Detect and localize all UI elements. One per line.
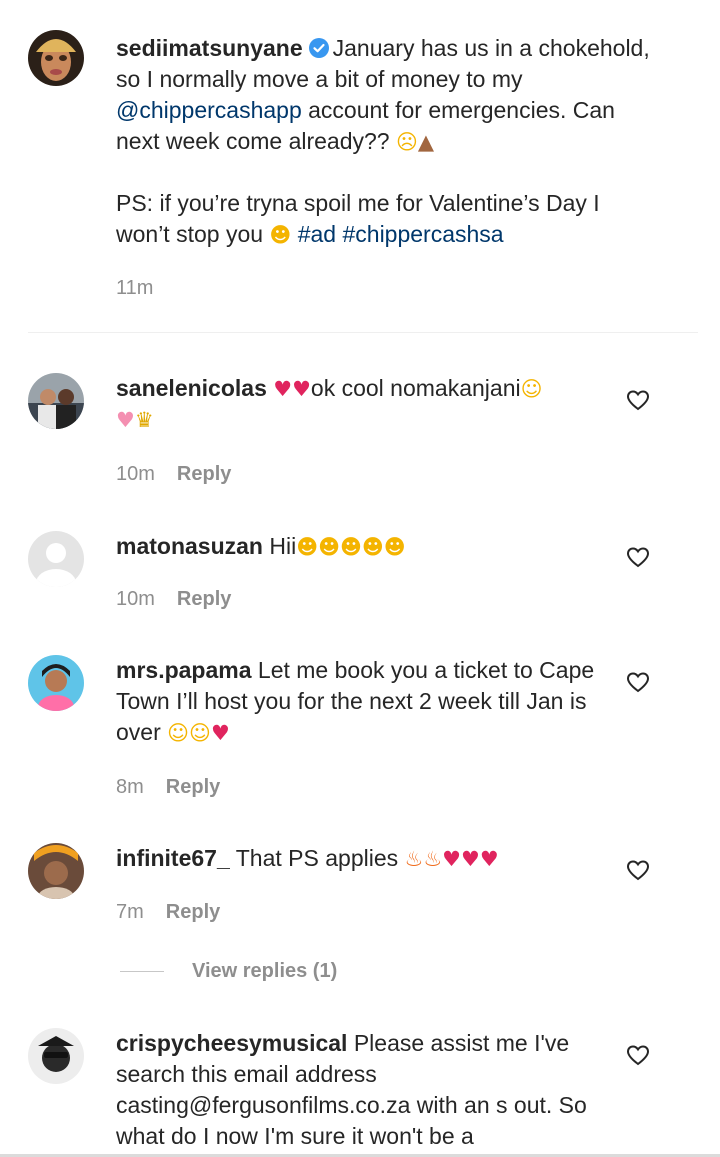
heart-outline-icon[interactable] [626, 389, 650, 411]
comment-timestamp: 7m [116, 901, 144, 923]
view-replies-label[interactable]: View replies (1) [192, 960, 337, 982]
comment-avatar[interactable] [28, 843, 84, 899]
comment-body: That PS applies [235, 845, 399, 871]
reply-button[interactable]: Reply [166, 901, 220, 923]
red-heart-icon: ♥♥ [273, 377, 311, 401]
comment-username[interactable]: infinite67_ [116, 845, 230, 871]
comment-text: mrs.papama Let me book you a ticket to C… [116, 655, 606, 748]
heart-eyes-face-icon: ☻☻☻☻☻ [296, 535, 406, 559]
caption-text: sediimatsunyane January has us in a choke… [116, 33, 656, 250]
caption-time: 11m [116, 277, 153, 300]
reply-button[interactable]: Reply [177, 463, 231, 485]
comment-avatar[interactable] [28, 531, 84, 587]
comment-text: matonasuzan Hii☻☻☻☻☻ [116, 531, 596, 562]
comment-avatar[interactable] [28, 373, 84, 429]
heart-with-ribbon-icon: ♥ [116, 408, 135, 432]
crown-icon: ♛ [134, 408, 154, 432]
comment-text: crispycheesymusical Please assist me I'v… [116, 1028, 596, 1152]
comment-username[interactable]: sanelenicolas [116, 375, 267, 401]
comment-avatar[interactable] [28, 655, 84, 711]
comment-username[interactable]: crispycheesymusical [116, 1030, 347, 1056]
comment-timestamp: 10m [116, 463, 155, 485]
folded-hands-icon: ▲ [417, 130, 435, 154]
view-replies-line [120, 971, 164, 973]
comment-text: infinite67_ That PS applies ♨♨♥♥♥ [116, 843, 596, 874]
comment-meta: 10m Reply [116, 588, 231, 611]
heart-outline-icon[interactable] [626, 546, 650, 568]
red-heart-icon: ♥ [210, 721, 230, 745]
heart-outline-icon[interactable] [626, 859, 650, 881]
red-heart-icon: ♥♥♥ [442, 847, 499, 871]
heart-outline-icon[interactable] [626, 1044, 650, 1066]
fire-icon: ♨♨ [404, 847, 443, 871]
comment-username[interactable]: matonasuzan [116, 533, 263, 559]
comment-body: ok cool nomakanjani [310, 375, 521, 401]
winking-face-icon: ☻ [269, 223, 292, 247]
comment-avatar[interactable] [28, 1028, 84, 1084]
comment-timestamp: 8m [116, 776, 144, 798]
hashtag-links[interactable]: #ad #chippercashsa [298, 221, 504, 247]
view-replies-button[interactable]: View replies (1) [120, 960, 337, 983]
comment-text: sanelenicolas ♥♥ok cool nomakanjani☺ ♥♛ [116, 373, 596, 435]
comment-body: Hii [269, 533, 297, 559]
pleading-face-icon: ☹ [396, 130, 418, 154]
comment-meta: 8m Reply [116, 776, 220, 799]
caption-avatar[interactable] [28, 30, 84, 86]
rofl-face-icon: ☺☺ [167, 721, 211, 745]
rofl-face-icon: ☺ [520, 377, 543, 401]
heart-outline-icon[interactable] [626, 671, 650, 693]
comment-meta: 7m Reply [116, 901, 220, 924]
divider [28, 332, 698, 333]
reply-button[interactable]: Reply [166, 776, 220, 798]
comment-timestamp: 10m [116, 588, 155, 610]
mention-link[interactable]: @chippercashapp [116, 97, 302, 123]
verified-badge-icon [308, 38, 329, 58]
caption-timestamp: 11m [116, 277, 154, 299]
comment-meta: 10m Reply [116, 463, 231, 486]
comment-username[interactable]: mrs.papama [116, 657, 252, 683]
reply-button[interactable]: Reply [177, 588, 231, 610]
caption-username[interactable]: sediimatsunyane [116, 35, 303, 61]
